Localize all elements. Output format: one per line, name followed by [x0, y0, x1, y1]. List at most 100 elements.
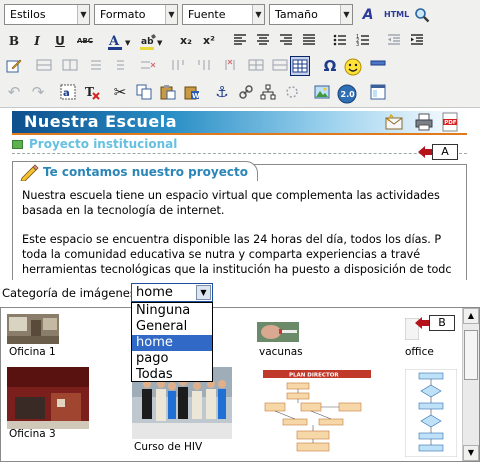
- insert-col-after-icon[interactable]: [194, 56, 214, 76]
- remove-format-icon[interactable]: T: [82, 82, 102, 102]
- font-select-value: Fuente: [188, 8, 226, 21]
- image-item[interactable]: [397, 365, 461, 461]
- outdent-icon[interactable]: [384, 31, 404, 51]
- image-gallery[interactable]: Oficina 1 vacunas office B Oficina 3 Cur…: [0, 307, 480, 462]
- edit-document-icon[interactable]: [4, 56, 24, 76]
- smiley-icon[interactable]: [343, 56, 363, 76]
- delete-row-icon[interactable]: [138, 56, 158, 76]
- subheading-text: Proyecto institucional: [29, 137, 178, 151]
- category-select[interactable]: home ▼: [131, 283, 213, 302]
- flowchart-thumb: PLAN DIRECTOR: [257, 367, 377, 455]
- callout-b: B: [429, 315, 455, 331]
- horizontal-rule-icon[interactable]: [368, 56, 388, 76]
- svg-text:W: W: [192, 92, 200, 100]
- table-cell-props-icon[interactable]: [60, 56, 80, 76]
- unlink-icon[interactable]: [282, 82, 302, 102]
- toolbar-row-2: B I U ABC A ▼ ab ▼ x₂ x² 123: [0, 31, 480, 55]
- paragraph-1-line-2: basada en la tecnología de internet.: [22, 204, 225, 217]
- superscript-button[interactable]: x²: [199, 31, 219, 51]
- callout-a: A: [432, 144, 458, 160]
- styles-select[interactable]: Estilos ▼: [4, 4, 90, 25]
- paragraph-2-line-1: Este espacio se encuentra disponible las…: [22, 233, 442, 246]
- italic-button[interactable]: I: [27, 31, 47, 51]
- editor-toolbar: Estilos ▼ Formato ▼ Fuente ▼ Tamaño ▼ A …: [0, 0, 480, 108]
- category-option-ninguna[interactable]: Ninguna: [132, 303, 212, 319]
- media-badge-label: 2.0: [341, 90, 356, 99]
- highlight-color-button[interactable]: ab ▼: [138, 31, 166, 51]
- numbered-list-icon[interactable]: 123: [353, 31, 373, 51]
- table-row-props-icon[interactable]: [34, 56, 54, 76]
- undo-icon[interactable]: ↶: [4, 82, 24, 102]
- cut-icon[interactable]: ✂: [110, 82, 130, 102]
- office-3-photo-thumb: [7, 367, 89, 429]
- html-source-button[interactable]: HTML: [384, 5, 409, 25]
- arrow-left-icon: [415, 317, 429, 329]
- size-select[interactable]: Tamaño ▼: [269, 4, 353, 25]
- category-option-todas[interactable]: Todas: [132, 367, 212, 383]
- image-caption: vacunas: [259, 346, 303, 358]
- insert-row-after-icon[interactable]: [112, 56, 132, 76]
- text-color-button[interactable]: A ▼: [106, 31, 134, 51]
- toolbar-row-4: ↶ ↷ a T ✂ W ⚓ 2.0: [0, 82, 480, 106]
- paste-icon[interactable]: [158, 82, 178, 102]
- scroll-up-icon[interactable]: ▲: [463, 308, 479, 324]
- chevron-down-icon[interactable]: ▼: [196, 285, 211, 300]
- article-body: Nuestra escuela tiene un espacio virtual…: [22, 188, 480, 277]
- image-item[interactable]: PLAN DIRECTOR: [251, 365, 377, 461]
- paragraph-2-line-2: toda la comunidad educativa se nutra y c…: [22, 248, 421, 261]
- paste-word-icon[interactable]: W: [182, 82, 202, 102]
- bullet-list-icon[interactable]: [330, 31, 350, 51]
- editor-content[interactable]: Nuestra Escuela PDF Proyecto institucion…: [0, 108, 480, 280]
- svg-text:A: A: [108, 34, 120, 49]
- align-left-icon[interactable]: [230, 31, 250, 51]
- category-options-list: Ninguna General home pago Todas: [131, 302, 213, 382]
- format-select[interactable]: Formato ▼: [94, 4, 178, 25]
- category-option-home[interactable]: home: [132, 335, 212, 351]
- category-option-general[interactable]: General: [132, 319, 212, 335]
- align-justify-icon[interactable]: [299, 31, 319, 51]
- fullscreen-icon[interactable]: [368, 82, 388, 102]
- anchor-icon[interactable]: ⚓: [212, 82, 232, 102]
- align-right-icon[interactable]: [276, 31, 296, 51]
- bold-button[interactable]: B: [4, 31, 24, 51]
- insert-col-before-icon[interactable]: [168, 56, 188, 76]
- image-category-bar: Categoría de imágenes: home ▼: [0, 280, 480, 307]
- vaccine-photo-thumb: [257, 322, 299, 342]
- select-all-icon[interactable]: a: [58, 82, 78, 102]
- media-badge-icon[interactable]: 2.0: [336, 82, 358, 104]
- style-painter-icon[interactable]: A: [358, 5, 378, 25]
- font-select[interactable]: Fuente ▼: [182, 4, 265, 25]
- svg-text:▼: ▼: [157, 39, 163, 47]
- chevron-down-icon: ▼: [77, 5, 89, 24]
- subscript-button[interactable]: x₂: [176, 31, 196, 51]
- article-tab-title: Te contamos nuestro proyecto: [43, 165, 248, 179]
- link-icon[interactable]: [236, 82, 256, 102]
- strikethrough-button[interactable]: ABC: [73, 31, 97, 51]
- category-option-pago[interactable]: pago: [132, 351, 212, 367]
- find-icon[interactable]: [412, 5, 432, 25]
- gallery-scrollbar[interactable]: ▲ ▼: [462, 308, 479, 461]
- insert-row-before-icon[interactable]: [86, 56, 106, 76]
- redo-icon[interactable]: ↷: [28, 82, 48, 102]
- process-diagram-thumb: [405, 369, 457, 457]
- chevron-down-icon: ▼: [165, 5, 177, 24]
- split-cells-icon[interactable]: [246, 56, 266, 76]
- image-item[interactable]: Oficina 3: [1, 365, 123, 461]
- indent-icon[interactable]: [407, 31, 427, 51]
- chevron-down-icon: ▼: [340, 5, 352, 24]
- insert-image-icon[interactable]: [312, 82, 332, 102]
- scrollbar-thumb[interactable]: [464, 330, 478, 380]
- scroll-down-icon[interactable]: ▼: [463, 445, 479, 461]
- special-char-button[interactable]: Ω: [320, 56, 340, 76]
- align-center-icon[interactable]: [253, 31, 273, 51]
- merge-cells-icon[interactable]: [270, 56, 290, 76]
- flowchart-title: PLAN DIRECTOR: [289, 373, 339, 379]
- table-icon[interactable]: [290, 56, 310, 76]
- email-icon: [385, 113, 403, 130]
- copy-icon[interactable]: [134, 82, 154, 102]
- underline-button[interactable]: U: [50, 31, 70, 51]
- svg-text:a: a: [63, 88, 70, 99]
- delete-col-icon[interactable]: [220, 56, 240, 76]
- toolbar-row-1: Estilos ▼ Formato ▼ Fuente ▼ Tamaño ▼ A …: [0, 4, 480, 28]
- sitemap-icon[interactable]: [258, 82, 278, 102]
